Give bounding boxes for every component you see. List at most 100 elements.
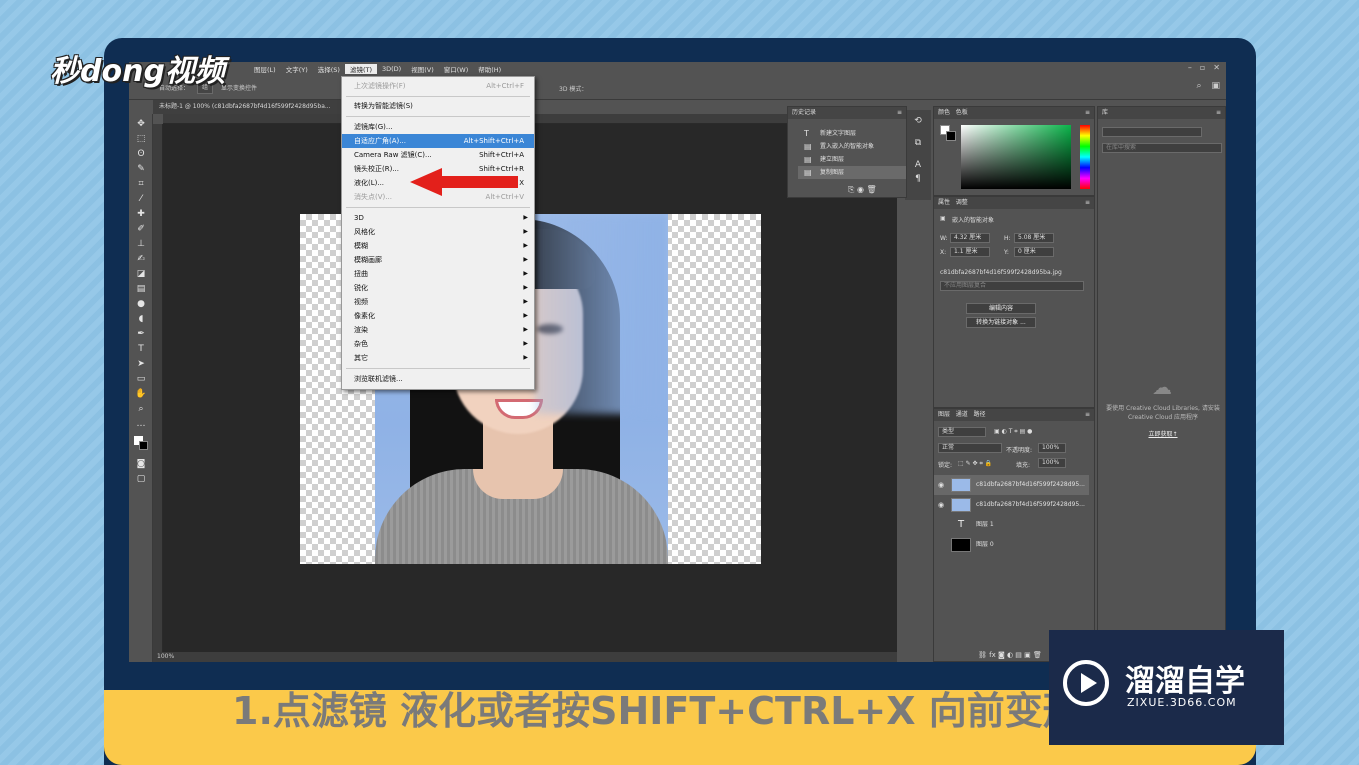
history-panel-title[interactable]: 历史记录 ≡ [788,107,906,119]
menu-item-filter-gallery[interactable]: 滤镜库(G)... [342,120,534,134]
close-icon[interactable]: ✕ [1213,63,1220,72]
menu-help[interactable]: 帮助(H) [473,64,506,74]
stamp-tool-icon[interactable]: ⊥ [135,238,147,250]
background-color-swatch[interactable] [139,441,148,450]
menu-select[interactable]: 选择(S) [313,64,345,74]
menu-window[interactable]: 窗口(W) [439,64,474,74]
zoom-tool-icon[interactable]: ⌕ [135,403,147,415]
menu-type[interactable]: 文字(Y) [281,64,313,74]
move-tool-icon[interactable]: ✥ [135,118,147,130]
character-panel-icon[interactable]: A [911,158,925,172]
menu-filter[interactable]: 滤镜(T) [344,64,377,74]
opacity-field[interactable]: 100% [1038,443,1066,453]
more-tools-icon[interactable]: … [135,418,147,430]
layer-kind-filter[interactable]: 类型 [938,427,986,437]
tab-layers[interactable]: 图层 [938,411,950,418]
healing-brush-icon[interactable]: ✚ [135,208,147,220]
menu-item-other[interactable]: 其它 ▶ [342,351,534,365]
menu-view[interactable]: 视图(V) [406,64,439,74]
brush-tool-icon[interactable]: ✐ [135,223,147,235]
type-tool-icon[interactable]: T [135,343,147,355]
layer-comp-dropdown[interactable]: 不应用图层复合 [940,281,1084,291]
menu-item-last-filter[interactable]: 上次滤镜操作(F) Alt+Ctrl+F [342,79,534,93]
tab-color[interactable]: 颜色 [938,109,950,116]
document-tab[interactable]: 未标题-1 @ 100% (c81dbfa2687bf4d16f599f2428… [153,100,373,114]
layer-row[interactable]: T 图层 1 [934,515,1089,535]
library-dropdown[interactable] [1102,127,1202,137]
menu-item-adaptive-wide-angle[interactable]: 自适应广角(A)... Alt+Shift+Ctrl+A [342,134,534,148]
height-field[interactable]: 5.08 厘米 [1014,233,1054,243]
blend-mode-dropdown[interactable]: 正常 [938,443,1002,453]
menu-item-blur-gallery[interactable]: 模糊画廊 ▶ [342,253,534,267]
restore-icon[interactable]: ▫ [1200,63,1205,72]
tab-adjustments[interactable]: 调整 [956,199,968,206]
visibility-eye-icon[interactable]: ◉ [938,475,944,495]
history-item[interactable]: ▤ 建立图层 [798,153,906,166]
quick-select-icon[interactable]: ✎ [135,163,147,175]
width-field[interactable]: 4.32 厘米 [950,233,990,243]
dodge-tool-icon[interactable]: ◖ [135,313,147,325]
fill-field[interactable]: 100% [1038,458,1066,468]
history-item[interactable]: ▤ 置入嵌入的智能对象 [798,140,906,153]
menu-3d[interactable]: 3D(D) [377,65,406,73]
menu-item-render[interactable]: 渲染 ▶ [342,323,534,337]
adjust-panel-icon[interactable]: ⧉ [911,136,925,150]
library-promo-text: 要使用 Creative Cloud Libraries, 请安装 Creati… [1106,405,1220,421]
menu-item-stylize[interactable]: 风格化 ▶ [342,225,534,239]
history-panel-icon[interactable]: ⟲ [911,114,925,128]
eyedropper-icon[interactable]: ⁄ [135,193,147,205]
tab-channels[interactable]: 通道 [956,411,968,418]
paragraph-panel-icon[interactable]: ¶ [911,172,925,186]
crop-tool-icon[interactable]: ⌗ [135,178,147,190]
blur-tool-icon[interactable]: ● [135,298,147,310]
x-field[interactable]: 1.1 厘米 [950,247,990,257]
color-picker-field[interactable] [961,125,1071,189]
tab-properties[interactable]: 属性 [938,199,950,206]
y-field[interactable]: 0 厘米 [1014,247,1054,257]
lock-icons[interactable]: ⬚ ✎ ✥ ⌗ 🔒 [958,460,992,468]
search-icon[interactable]: ⌕ [1196,81,1201,91]
menu-item-3d[interactable]: 3D ▶ [342,211,534,225]
path-select-icon[interactable]: ➤ [135,358,147,370]
toolbar: ✥ ⬚ ʘ ✎ ⌗ ⁄ ✚ ✐ ⊥ ✍ ◪ ▤ ● ◖ ✒ T ➤ ▭ ✋ ⌕ … [129,114,153,662]
library-search-input[interactable]: 在库中搜索 [1102,143,1222,153]
minimize-icon[interactable]: – [1188,63,1192,72]
hue-slider[interactable] [1080,125,1090,189]
tab-paths[interactable]: 路径 [974,411,986,418]
edit-contents-button[interactable]: 编辑内容 [966,303,1036,314]
layer-row[interactable]: ◉ c81dbfa2687bf4d16f599f2428d95... [934,495,1089,515]
marquee-tool-icon[interactable]: ⬚ [135,133,147,145]
menu-item-convert-smart-filter[interactable]: 转换为智能滤镜(S) [342,99,534,113]
quick-mask-icon[interactable]: ◙ [135,458,147,470]
tab-swatches[interactable]: 色板 [956,109,968,116]
menu-item-sharpen[interactable]: 锐化 ▶ [342,281,534,295]
menu-item-camera-raw[interactable]: Camera Raw 滤镜(C)... Shift+Ctrl+A [342,148,534,162]
menu-item-blur[interactable]: 模糊 ▶ [342,239,534,253]
menu-item-video[interactable]: 视频 ▶ [342,295,534,309]
layer-row[interactable]: 图层 0 [934,535,1089,555]
visibility-eye-icon[interactable]: ◉ [938,495,944,515]
history-item[interactable]: ▤ 复制图层 [798,166,906,179]
layers-footer-icons[interactable]: ⛓ fx ◙ ◐ ▤ ▣ 🗑 [978,651,1042,659]
gradient-tool-icon[interactable]: ▤ [135,283,147,295]
hand-tool-icon[interactable]: ✋ [135,388,147,400]
menu-item-pixelate[interactable]: 像素化 ▶ [342,309,534,323]
layer-row[interactable]: ◉ c81dbfa2687bf4d16f599f2428d95... [934,475,1089,495]
eraser-tool-icon[interactable]: ◪ [135,268,147,280]
history-item[interactable]: T 新建文字图层 [798,127,906,140]
menu-item-distort[interactable]: 扭曲 ▶ [342,267,534,281]
convert-linked-button[interactable]: 转换为链接对象 ... [966,317,1036,328]
rectangle-tool-icon[interactable]: ▭ [135,373,147,385]
layer-filter-icons[interactable]: ▣ ◐ T ⌗ ▤ ● [994,428,1032,436]
menu-layer[interactable]: 图层(L) [249,64,281,74]
menu-item-noise[interactable]: 杂色 ▶ [342,337,534,351]
history-brush-icon[interactable]: ✍ [135,253,147,265]
history-actions[interactable]: ⎘ ◉ 🗑 [848,185,877,195]
pen-tool-icon[interactable]: ✒ [135,328,147,340]
lasso-tool-icon[interactable]: ʘ [135,148,147,160]
library-get-link[interactable]: 立即获取↑ [1098,429,1226,438]
screen-mode-icon[interactable]: ▢ [135,473,147,485]
background-swatch[interactable] [946,131,956,141]
menu-item-browse-online[interactable]: 浏览联机滤镜... [342,372,534,386]
workspace-icon[interactable]: ▣ [1211,81,1220,91]
